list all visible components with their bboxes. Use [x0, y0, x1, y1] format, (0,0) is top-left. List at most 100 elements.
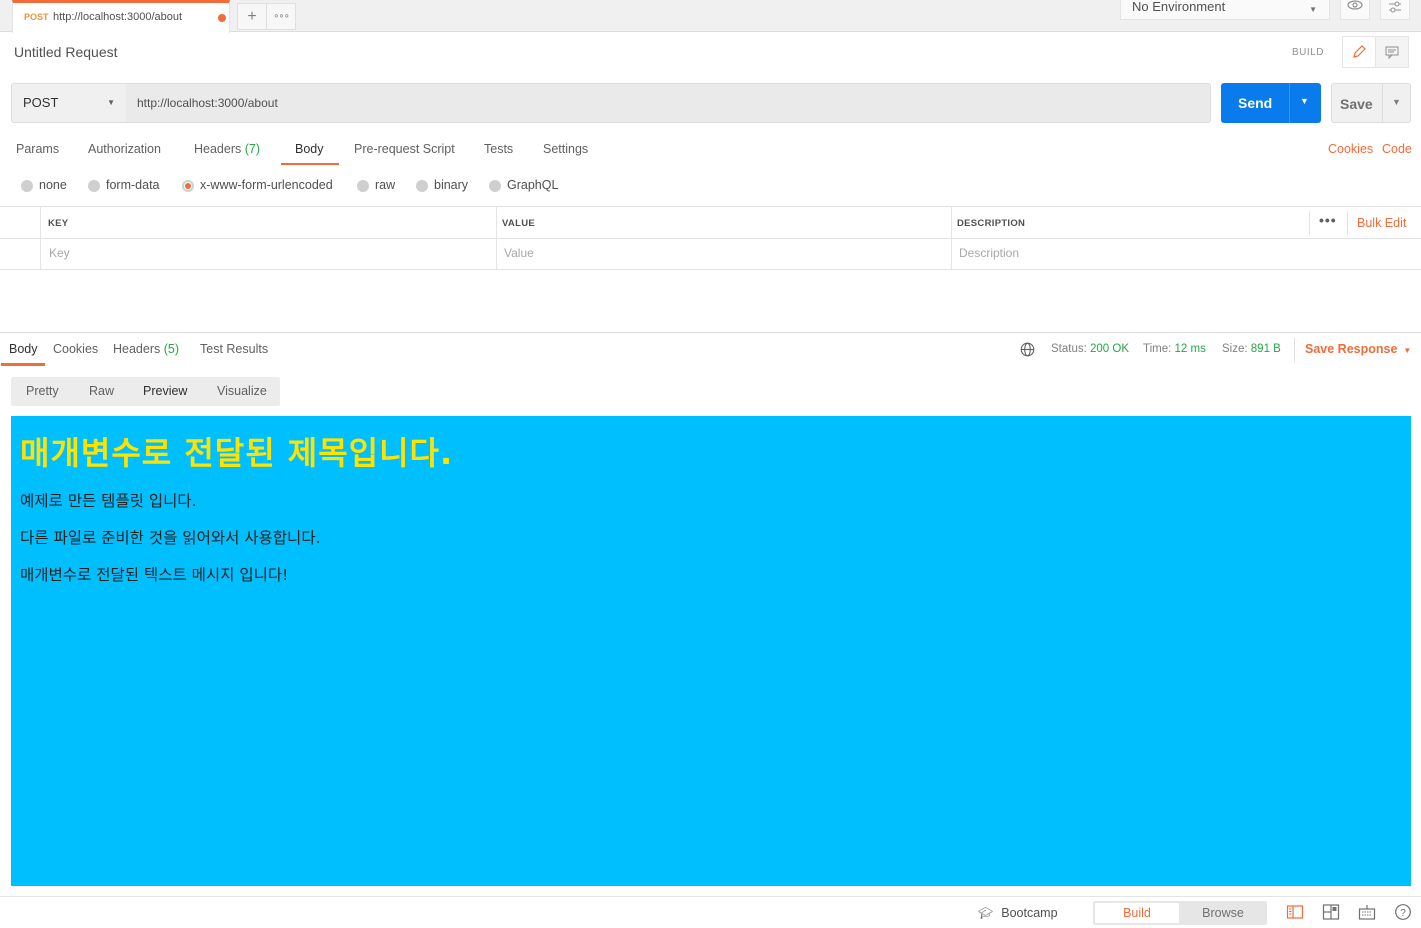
tab-url-label: http://localhost:3000/about [53, 11, 183, 23]
tab-tests[interactable]: Tests [484, 142, 513, 156]
response-preview[interactable]: 매개변수로 전달된 제목입니다. 예제로 만든 템플릿 입니다. 다른 파일로 … [11, 416, 1411, 886]
eye-icon [1347, 0, 1363, 10]
tab-headers[interactable]: Headers (7) [194, 142, 260, 156]
preview-paragraph: 예제로 만든 템플릿 입니다. [20, 492, 197, 510]
edit-button[interactable] [1342, 36, 1376, 68]
tab-method-label: POST [24, 12, 49, 22]
save-response-label: Save Response [1305, 342, 1398, 356]
more-options-icon[interactable]: ••• [1319, 212, 1337, 228]
preview-paragraph: 다른 파일로 준비한 것을 읽어와서 사용합니다. [20, 529, 321, 547]
browse-mode-button[interactable]: Browse [1181, 903, 1265, 923]
radio-label: x-www-form-urlencoded [200, 178, 333, 192]
request-title[interactable]: Untitled Request [14, 44, 118, 60]
mode-switch: Build Browse [1093, 901, 1267, 925]
keyboard-icon[interactable] [1358, 903, 1376, 921]
send-label: Send [1238, 95, 1273, 111]
response-headers-label: Headers [113, 342, 161, 356]
save-divider [1382, 84, 1383, 122]
radio-circle [357, 180, 369, 192]
comments-button[interactable] [1375, 36, 1409, 68]
time-readout: Time: 12 ms [1143, 343, 1206, 355]
code-link[interactable]: Code [1382, 142, 1412, 156]
column-divider [496, 207, 497, 269]
column-divider [40, 207, 41, 269]
size-label: Size: [1222, 343, 1248, 355]
key-input[interactable]: Key [49, 246, 70, 260]
save-response-button[interactable]: Save Response ▼ [1305, 342, 1411, 356]
send-button[interactable]: Send ▼ [1221, 83, 1321, 123]
send-divider [1289, 83, 1290, 123]
sliders-icon [1389, 1, 1401, 13]
method-select[interactable]: POST ▼ [11, 83, 127, 123]
cookies-link[interactable]: Cookies [1328, 142, 1373, 156]
view-tab-raw[interactable]: Raw [89, 384, 114, 398]
comment-icon [1385, 46, 1399, 60]
eye-button[interactable] [1340, 0, 1370, 20]
unsaved-dot-icon [218, 14, 226, 22]
tab-settings[interactable]: Settings [543, 142, 588, 156]
save-button[interactable]: Save ▼ [1331, 83, 1411, 123]
environment-select[interactable]: No Environment ▼ [1120, 0, 1330, 20]
chevron-down-icon: ▼ [1403, 346, 1412, 355]
description-column-header: DESCRIPTION [957, 218, 1026, 229]
more-tabs-button[interactable]: ∘∘∘ [266, 3, 296, 30]
radio-circle [21, 180, 33, 192]
globe-icon[interactable] [1020, 342, 1035, 357]
layout-icon[interactable] [1322, 903, 1340, 921]
save-options-chevron-icon[interactable]: ▼ [1392, 97, 1401, 107]
response-tab-cookies[interactable]: Cookies [53, 342, 98, 356]
environment-label: No Environment [1132, 0, 1226, 14]
send-options-chevron-icon[interactable]: ▼ [1300, 96, 1309, 106]
radio-label: none [39, 178, 67, 192]
bulk-edit-link[interactable]: Bulk Edit [1357, 216, 1406, 230]
tab-bar: POST http://localhost:3000/about + ∘∘∘ N… [0, 0, 1421, 33]
time-value: 12 ms [1174, 343, 1206, 355]
bootcamp-button[interactable]: 🎓︎ Bootcamp [978, 906, 1058, 920]
chevron-down-icon: ▼ [107, 98, 115, 107]
two-pane-icon[interactable] [1286, 903, 1304, 921]
tab-headers-count: (7) [244, 142, 261, 156]
graduation-cap-icon: 🎓︎ [978, 906, 994, 920]
view-tab-pretty[interactable]: Pretty [26, 384, 59, 398]
response-divider[interactable] [0, 332, 1421, 333]
response-tab-test-results[interactable]: Test Results [200, 342, 268, 356]
environment-settings-button[interactable] [1380, 0, 1410, 20]
url-input[interactable]: http://localhost:3000/about [126, 83, 1211, 123]
tab-body[interactable]: Body [295, 142, 324, 156]
tab-pre-request-script[interactable]: Pre-request Script [354, 142, 455, 156]
value-column-header: VALUE [502, 218, 535, 229]
svg-text:?: ? [1400, 908, 1406, 919]
radio-circle [489, 180, 501, 192]
view-tab-preview[interactable]: Preview [143, 384, 187, 398]
size-readout: Size: 891 B [1222, 343, 1281, 355]
help-icon[interactable]: ? [1394, 903, 1412, 921]
response-tab-headers[interactable]: Headers (5) [113, 342, 179, 356]
table-divider [0, 238, 1421, 239]
build-mode-label: BUILD [1292, 47, 1324, 58]
status-divider [1294, 338, 1295, 362]
radio-circle-selected [182, 180, 194, 192]
size-value: 891 B [1250, 343, 1281, 355]
plus-icon: + [247, 8, 257, 25]
radio-label: binary [434, 178, 469, 192]
chevron-down-icon: ▼ [1309, 5, 1317, 14]
save-label: Save [1340, 96, 1373, 112]
status-value: 200 OK [1090, 343, 1130, 355]
description-input[interactable]: Description [959, 246, 1019, 260]
status-label: Status: [1051, 343, 1087, 355]
response-view-tabs: Pretty Raw Preview Visualize [11, 377, 280, 406]
column-divider [1347, 211, 1348, 235]
value-input[interactable]: Value [504, 246, 534, 260]
radio-label: GraphQL [507, 178, 559, 192]
pencil-icon [1353, 45, 1366, 58]
request-tab[interactable]: POST http://localhost:3000/about [12, 0, 230, 33]
status-readout: Status: 200 OK [1051, 343, 1129, 355]
build-mode-button[interactable]: Build [1095, 903, 1179, 923]
view-tab-visualize[interactable]: Visualize [217, 384, 267, 398]
tab-authorization[interactable]: Authorization [88, 142, 161, 156]
response-tab-body[interactable]: Body [9, 342, 38, 356]
tab-params[interactable]: Params [16, 142, 59, 156]
new-tab-button[interactable]: + [237, 3, 267, 30]
preview-paragraph: 매개변수로 전달된 텍스트 메시지 입니다! [20, 566, 289, 584]
status-bar: 🎓︎ Bootcamp Build Browse ? [0, 896, 1421, 928]
